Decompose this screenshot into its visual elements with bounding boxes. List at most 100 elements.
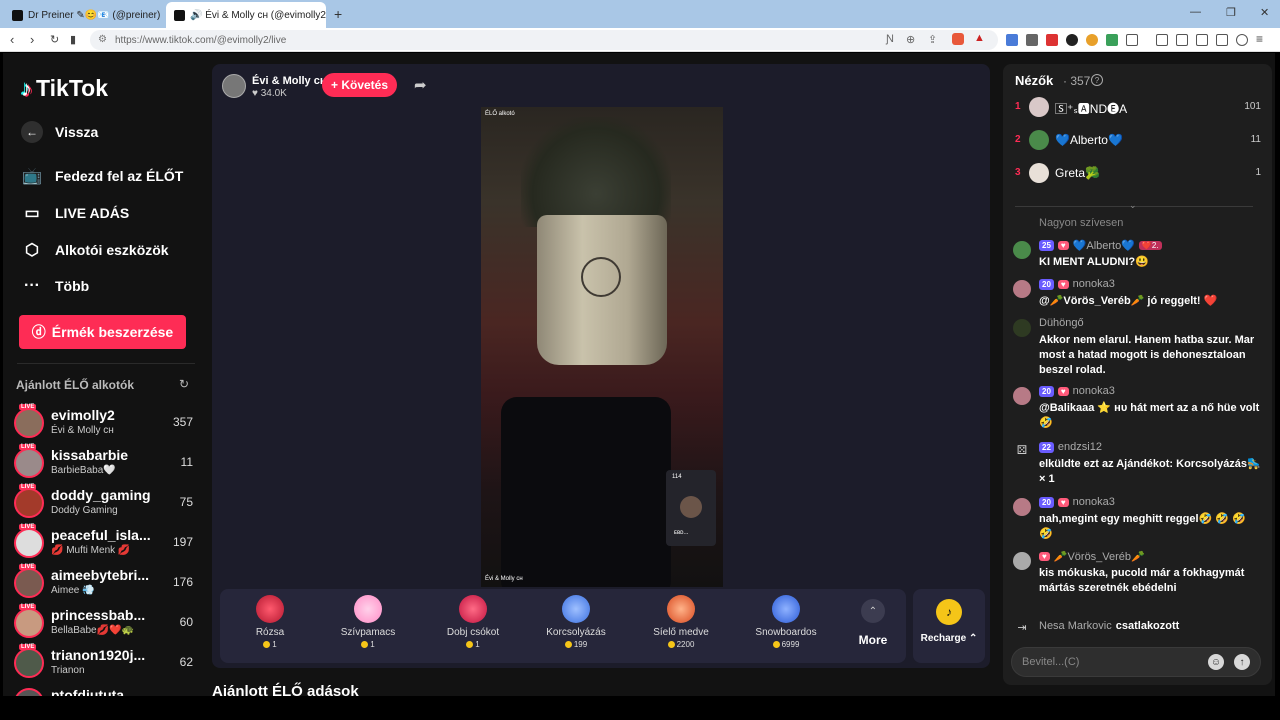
message-header: 25 ♥ 💙Alberto💙 ❤️2.	[1039, 239, 1162, 252]
vpn-icon[interactable]	[1236, 34, 1248, 46]
tiktok-note-icon: ♪	[21, 75, 32, 101]
chat-message: 20 ♥ nonoka3 nah,megint egy meghitt regg…	[1013, 496, 1263, 544]
top-viewer-row[interactable]: 1 🅂⁺ₛ🅰ND🅔A 101	[1013, 96, 1261, 120]
help-icon[interactable]: ?	[1091, 74, 1103, 86]
extensions-icon[interactable]	[1196, 34, 1208, 46]
host-name[interactable]: Évi & Molly ᴄʜ	[252, 75, 327, 87]
site-info-icon[interactable]: ⚙	[98, 34, 107, 45]
gift-rose[interactable]: Rózsa 1	[220, 595, 320, 659]
creator-item[interactable]: LIVE evimolly2 Évi & Molly ᴄʜ 357	[13, 404, 193, 443]
fan-heart-icon: ♥	[1057, 241, 1069, 250]
close-window-button[interactable]: ✕	[1260, 6, 1269, 19]
new-tab-button[interactable]: +	[334, 6, 342, 22]
extension-icon[interactable]	[1006, 34, 1018, 46]
creator-item[interactable]: LIVE peaceful_isla... 💋 Mufti Menk 💋 197	[13, 524, 193, 563]
extension-icon[interactable]	[1126, 34, 1138, 46]
viewer-count: 357	[172, 415, 193, 429]
top-viewer-row[interactable]: 3 Greta🥦 1	[1013, 162, 1261, 186]
extension-icon[interactable]	[1026, 34, 1038, 46]
nav-more[interactable]: ··· Több	[21, 275, 89, 297]
extension-icon[interactable]	[1066, 34, 1078, 46]
url-field[interactable]: ⚙ https://www.tiktok.com/@evimolly2/live…	[90, 30, 998, 50]
username[interactable]: 🥕Vörös_Veréb🥕	[1054, 550, 1145, 563]
browser-tab-inactive[interactable]: Dr Preiner ✎😊📧 (@preiner) ÉLŐ	[4, 2, 162, 28]
send-icon[interactable]: ↑	[1234, 654, 1250, 670]
message-header: 20 ♥ nonoka3	[1039, 278, 1115, 290]
extension-icon[interactable]	[1106, 34, 1118, 46]
username[interactable]: nonoka3	[1073, 496, 1115, 508]
chat-input[interactable]: Bevitel...(C) ☺ ↑	[1011, 647, 1261, 677]
leo-icon[interactable]	[1216, 34, 1228, 46]
nav-explore-live[interactable]: 📺 Fedezd fel az ÉLŐT	[21, 165, 183, 187]
username[interactable]: Dühöngő	[1039, 317, 1084, 329]
gift-snowboarder[interactable]: Snowboardos 6999	[736, 595, 836, 659]
viewer-count: 176	[172, 575, 193, 589]
avatar[interactable]	[1013, 319, 1031, 337]
gift-kiss[interactable]: Dobj csókot 1	[423, 595, 523, 659]
refresh-icon[interactable]: ↻	[179, 377, 189, 391]
creator-nickname: Doddy Gaming	[51, 505, 118, 516]
host-avatar[interactable]	[222, 74, 246, 98]
username[interactable]: 💙Alberto💙	[1073, 239, 1135, 252]
live-badge: LIVE	[19, 484, 37, 490]
gift-ski-bear[interactable]: Síelő medve 2200	[631, 595, 731, 659]
join-text: csatlakozott	[1115, 620, 1180, 632]
maximize-button[interactable]: ❐	[1226, 6, 1236, 19]
zoom-icon[interactable]: ⊕	[906, 33, 915, 46]
brave-shield-icon[interactable]	[952, 33, 964, 45]
chevron-down-icon[interactable]: ⌄	[1129, 200, 1137, 211]
avatar[interactable]	[1013, 241, 1031, 259]
avatar[interactable]	[1013, 552, 1031, 570]
message-text: Nagyon szívesen	[1039, 217, 1124, 229]
guest-pip-window[interactable]: 114 ᴇʙᴅ...	[666, 470, 716, 546]
recharge-button[interactable]: ♪ Recharge ⌃	[913, 589, 985, 663]
back-link[interactable]: ← Vissza	[21, 121, 98, 143]
translate-icon[interactable]: Ɲ	[886, 33, 894, 45]
message-text: elküldte ezt az Ajándékot: Korcsolyázás🛼…	[1039, 458, 1261, 485]
follow-button[interactable]: + Követés	[322, 73, 397, 97]
avatar[interactable]	[1013, 280, 1031, 298]
gift-price-value: 1	[370, 640, 375, 649]
username[interactable]: Nesa Markovic	[1039, 620, 1112, 632]
username[interactable]: endzsi12	[1058, 441, 1102, 453]
get-coins-button[interactable]: ⓓ Érmék beszerzése	[19, 315, 186, 349]
creator-item[interactable]: LIVE doddy_gaming Doddy Gaming 75	[13, 484, 193, 523]
gift-name: Rózsa	[255, 627, 285, 638]
back-arrow-icon[interactable]: ‹	[10, 32, 14, 47]
coin-icon	[361, 641, 369, 648]
creator-item[interactable]: LIVE princessbab... BellaBabe💋❤️🐢 60	[13, 604, 193, 643]
tiktok-logo[interactable]: ♪ TikTok	[21, 75, 108, 102]
share-icon[interactable]: ➦	[414, 76, 427, 94]
minimize-button[interactable]: —	[1190, 6, 1201, 18]
forward-arrow-icon[interactable]: ›	[30, 32, 34, 47]
gift-bar: Rózsa 1 Szívpamacs 1 Dobj csókot 1 Korcs…	[220, 589, 906, 663]
top-viewer-row[interactable]: 2 💙Alberto💙 11	[1013, 129, 1261, 153]
nav-creator-tools[interactable]: ⬡ Alkotói eszközök	[21, 239, 169, 261]
music-icon[interactable]	[1156, 34, 1168, 46]
avatar[interactable]	[1013, 387, 1031, 405]
rewards-icon[interactable]: ▲	[974, 32, 985, 44]
creator-item[interactable]: LIVE kissabarbie BarbieBaba🤍 11	[13, 444, 193, 483]
sidebar-icon[interactable]	[1176, 34, 1188, 46]
share-icon[interactable]: ⇪	[928, 33, 937, 46]
browser-tab-active[interactable]: 🔊 Évi & Molly ᴄʜ (@evimolly2) É ✕	[166, 2, 326, 28]
gift-heart-puff[interactable]: Szívpamacs 1	[318, 595, 418, 659]
nav-go-live[interactable]: ▭ LIVE ADÁS	[21, 202, 129, 224]
reload-icon[interactable]: ↻	[50, 33, 59, 46]
creator-item[interactable]: LIVE trianon1920j... Trianon 62	[13, 644, 193, 683]
left-sidebar: ♪ TikTok ← Vissza 📺 Fedezd fel az ÉLŐT ▭…	[3, 53, 209, 696]
creator-item[interactable]: ptofdiututa	[13, 685, 193, 696]
menu-icon[interactable]: ≡	[1256, 32, 1263, 46]
more-gifts-button[interactable]: ⌃ More	[848, 599, 898, 653]
avatar	[14, 568, 44, 598]
bookmark-icon[interactable]: ▮	[70, 33, 76, 46]
gift-skating[interactable]: Korcsolyázás 199	[526, 595, 626, 659]
extension-icon[interactable]	[1046, 34, 1058, 46]
username[interactable]: nonoka3	[1073, 385, 1115, 397]
creator-item[interactable]: LIVE aimeebytebri... Aimee 💨 176	[13, 564, 193, 603]
avatar[interactable]	[1013, 498, 1031, 516]
heart-puff-icon	[354, 595, 382, 623]
emoji-icon[interactable]: ☺	[1208, 654, 1224, 670]
username[interactable]: nonoka3	[1073, 278, 1115, 290]
extension-icon[interactable]	[1086, 34, 1098, 46]
